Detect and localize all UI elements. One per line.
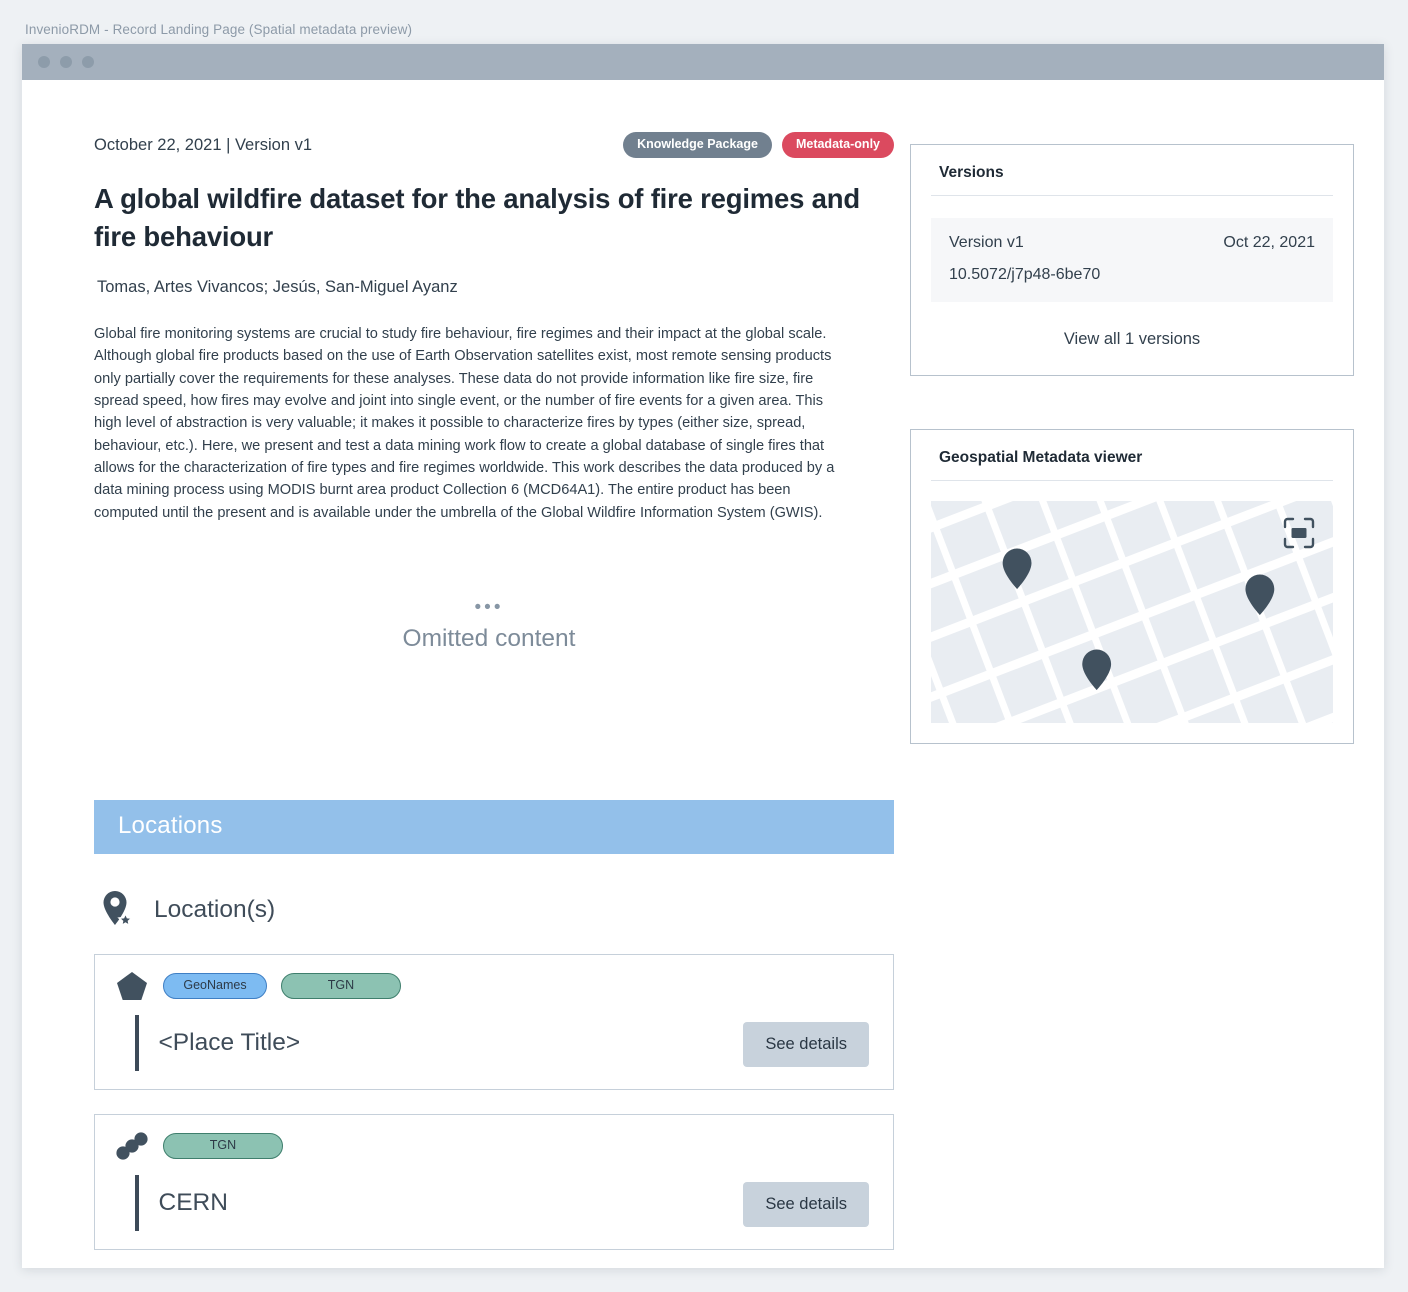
polygon-icon: [117, 972, 147, 1000]
window-minimize-dot[interactable]: [60, 56, 72, 68]
window-close-dot[interactable]: [38, 56, 50, 68]
map-viewport[interactable]: [931, 501, 1333, 723]
version-row-top: Version v1 Oct 22, 2021: [949, 234, 1315, 252]
omitted-ellipsis: •••: [474, 596, 504, 618]
see-details-button[interactable]: See details: [743, 1182, 869, 1227]
location-accent-bar: [135, 1015, 139, 1071]
locations-heading-label: Location(s): [154, 896, 276, 923]
version-row[interactable]: Version v1 Oct 22, 2021 10.5072/j7p48-6b…: [931, 218, 1333, 302]
identifier-badge-tgn[interactable]: TGN: [163, 1133, 283, 1159]
geospatial-card-heading: Geospatial Metadata viewer: [931, 446, 1333, 481]
location-card-header: GeoNames TGN: [115, 971, 873, 1001]
location-card-header: TGN: [115, 1131, 873, 1161]
version-doi[interactable]: 10.5072/j7p48-6be70: [949, 266, 1315, 284]
version-date: Oct 22, 2021: [1223, 234, 1315, 251]
geospatial-card: Geospatial Metadata viewer: [910, 429, 1354, 744]
browser-window: October 22, 2021 | Version v1 Knowledge …: [22, 44, 1384, 1268]
window-maximize-dot[interactable]: [82, 56, 94, 68]
location-name: CERN: [158, 1189, 228, 1216]
center-map-icon[interactable]: [1282, 516, 1316, 550]
view-all-versions-link[interactable]: View all 1 versions: [931, 330, 1333, 355]
see-details-button[interactable]: See details: [743, 1022, 869, 1067]
page-root: InvenioRDM - Record Landing Page (Spatia…: [0, 0, 1408, 1292]
identifier-badge-geonames[interactable]: GeoNames: [163, 973, 267, 999]
record-abstract: Global fire monitoring systems are cruci…: [94, 325, 835, 521]
record-main-column: October 22, 2021 | Version v1 Knowledge …: [94, 132, 894, 653]
page-title: A global wildfire dataset for the analys…: [94, 183, 860, 252]
location-accent-bar: [135, 1175, 139, 1231]
location-card: TGN CERN See details: [94, 1114, 894, 1250]
omitted-content-label: Omitted content: [402, 624, 576, 652]
location-name: <Place Title>: [158, 1029, 301, 1056]
window-titlebar: [22, 44, 1384, 80]
versions-card: Versions Version v1 Oct 22, 2021 10.5072…: [910, 144, 1354, 376]
multipoint-icon: [116, 1132, 148, 1160]
identifier-badge-tgn[interactable]: TGN: [281, 973, 401, 999]
omitted-content-block: ••• Omitted content: [94, 598, 884, 653]
badge-metadata-only[interactable]: Metadata-only: [781, 132, 894, 158]
version-label: Version v1: [949, 234, 1024, 251]
locations-section: Locations Location(s) GeoNames TGN <Plac…: [94, 800, 894, 1250]
location-card: GeoNames TGN <Place Title> See details: [94, 954, 894, 1090]
locations-heading: Location(s): [94, 890, 894, 930]
versions-card-heading: Versions: [931, 161, 1333, 196]
record-sidebar: Versions Version v1 Oct 22, 2021 10.5072…: [910, 144, 1354, 744]
map-street-grid: [931, 501, 1333, 723]
record-creators: Tomas, Artes Vivancos; Jesús, San-Miguel…: [97, 277, 458, 296]
record-date-version: October 22, 2021 | Version v1: [94, 135, 313, 154]
record-meta-line: October 22, 2021 | Version v1 Knowledge …: [94, 132, 894, 158]
record-badge-group: Knowledge Package Metadata-only: [623, 132, 894, 158]
window-caption: InvenioRDM - Record Landing Page (Spatia…: [25, 22, 413, 37]
badge-knowledge-package[interactable]: Knowledge Package: [623, 132, 772, 158]
map-pin-star-icon: [103, 891, 134, 928]
locations-banner: Locations: [94, 800, 894, 854]
